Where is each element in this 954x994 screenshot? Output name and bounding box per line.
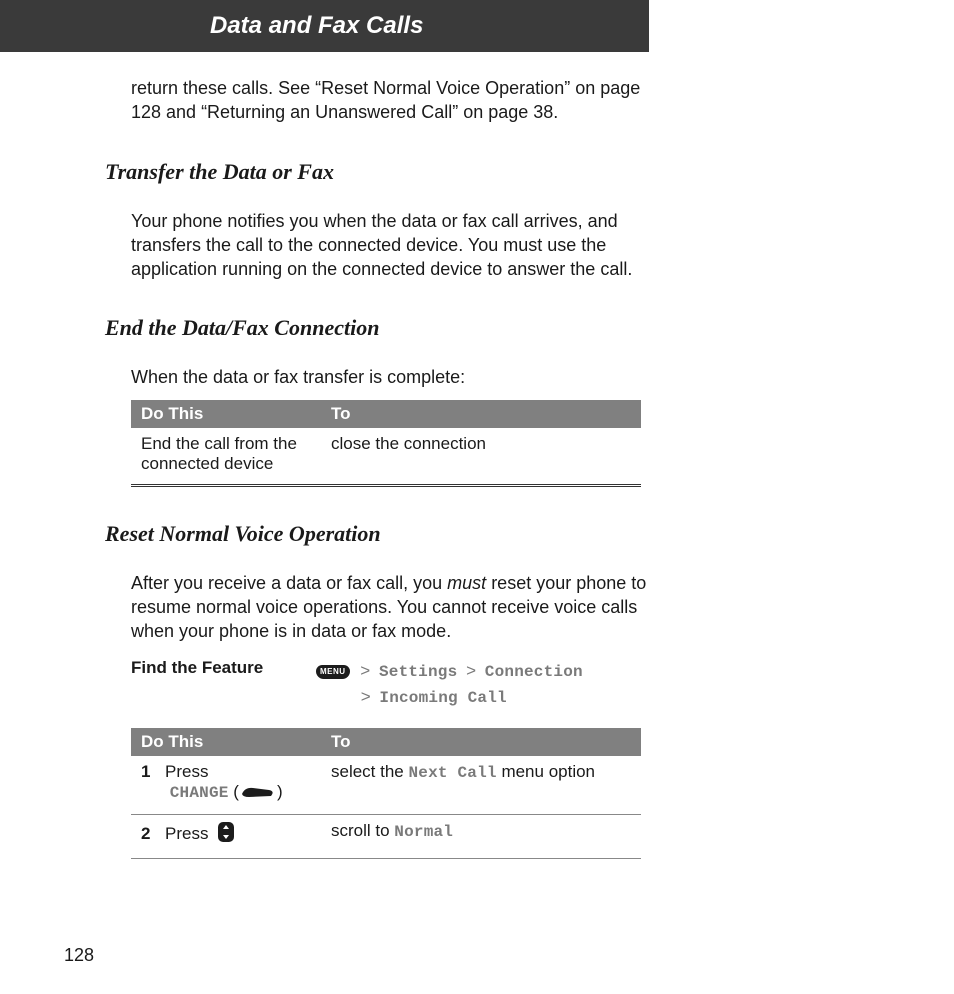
section-header-band: Data and Fax Calls — [0, 0, 649, 52]
step-number: 1 — [141, 762, 159, 782]
intro-paragraph: return these calls. See “Reset Normal Vo… — [131, 76, 654, 125]
cell-do-this: End the call from the connected device — [131, 428, 321, 486]
scroll-key-icon — [217, 821, 235, 848]
cell-to: select the Next Call menu option — [321, 756, 641, 815]
nav-incoming-call: Incoming Call — [379, 689, 506, 707]
press-word: Press — [165, 762, 208, 781]
page-number: 128 — [64, 945, 94, 966]
end-connection-table: Do This To End the call from the connect… — [131, 400, 641, 487]
softkey-icon — [241, 784, 275, 804]
menu-key-icon: MENU — [316, 665, 350, 679]
press-word: Press — [165, 824, 208, 843]
heading-transfer: Transfer the Data or Fax — [105, 159, 654, 185]
heading-end: End the Data/Fax Connection — [105, 315, 654, 341]
cell-to: close the connection — [321, 428, 641, 486]
reset-text-pre: After you receive a data or fax call, yo… — [131, 573, 447, 593]
th-do-this: Do This — [131, 728, 321, 756]
th-to: To — [321, 400, 641, 428]
th-do-this: Do This — [131, 400, 321, 428]
table-row: 1Press CHANGE ( ) select the Next Call m… — [131, 756, 641, 815]
heading-reset: Reset Normal Voice Operation — [105, 521, 654, 547]
table-row: 2 Press scroll to Normal — [131, 814, 641, 858]
breadcrumb-sep: > — [360, 661, 370, 680]
section-header-title: Data and Fax Calls — [210, 12, 423, 40]
reset-text: After you receive a data or fax call, yo… — [131, 571, 654, 644]
table-header-row: Do This To — [131, 728, 641, 756]
cell-do-this: 1Press CHANGE ( ) — [131, 756, 321, 815]
document-page: Data and Fax Calls return these calls. S… — [0, 0, 954, 994]
breadcrumb-sep: > — [466, 661, 476, 680]
reset-text-em: must — [447, 573, 486, 593]
find-the-feature-label: Find the Feature — [131, 658, 316, 710]
to-mono: Normal — [394, 823, 453, 841]
step-number: 2 — [141, 824, 159, 844]
nav-settings: Settings — [379, 663, 457, 681]
nav-connection: Connection — [485, 663, 583, 681]
cell-to: scroll to Normal — [321, 814, 641, 858]
end-intro-text: When the data or fax transfer is complet… — [131, 365, 654, 389]
th-to: To — [321, 728, 641, 756]
cell-do-this: 2 Press — [131, 814, 321, 858]
breadcrumb-sep: > — [361, 687, 371, 706]
table-row: End the call from the connected device c… — [131, 428, 641, 486]
change-softkey-label: CHANGE — [170, 784, 229, 802]
to-mono: Next Call — [409, 764, 497, 782]
find-the-feature-row: Find the Feature MENU > Settings > Conne… — [131, 658, 654, 710]
to-post: menu option — [497, 762, 595, 781]
table-header-row: Do This To — [131, 400, 641, 428]
find-the-feature-path: MENU > Settings > Connection > Incoming … — [316, 658, 654, 710]
to-pre: scroll to — [331, 821, 394, 840]
transfer-text: Your phone notifies you when the data or… — [131, 209, 654, 282]
reset-steps-table: Do This To 1Press CHANGE ( ) — [131, 728, 641, 859]
to-pre: select the — [331, 762, 409, 781]
content-area: return these calls. See “Reset Normal Vo… — [105, 76, 654, 859]
